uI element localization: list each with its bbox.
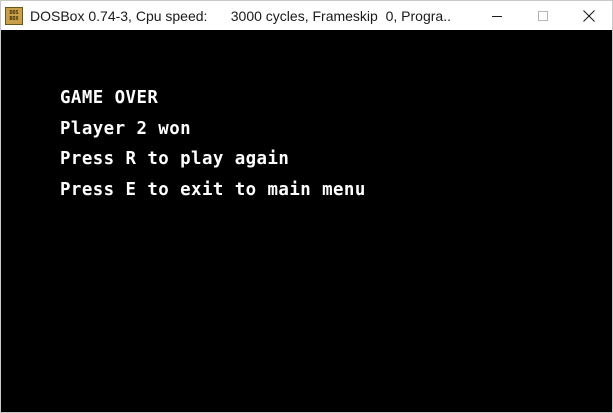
replay-instruction: Press R to play again xyxy=(60,149,290,169)
window-title: DOSBox 0.74-3, Cpu speed: 3000 cycles, F… xyxy=(30,7,450,24)
minimize-icon xyxy=(492,15,502,17)
title-bar[interactable]: DOS BOX DOSBox 0.74-3, Cpu speed: 3000 c… xyxy=(1,1,612,30)
dosbox-icon[interactable]: DOS BOX xyxy=(5,6,23,25)
game-over-heading: GAME OVER xyxy=(60,88,159,108)
close-icon xyxy=(583,9,595,22)
exit-instruction: Press E to exit to main menu xyxy=(60,180,366,200)
maximize-icon xyxy=(538,10,548,21)
icon-text-bottom: BOX xyxy=(9,15,19,22)
dos-screen[interactable]: GAME OVER Player 2 won Press R to play a… xyxy=(1,30,612,412)
dosbox-window: DOS BOX DOSBox 0.74-3, Cpu speed: 3000 c… xyxy=(0,0,613,413)
close-button[interactable] xyxy=(566,1,612,30)
minimize-button[interactable] xyxy=(474,1,520,30)
maximize-button[interactable] xyxy=(520,1,566,30)
window-controls xyxy=(474,1,612,30)
winner-message: Player 2 won xyxy=(60,119,192,139)
